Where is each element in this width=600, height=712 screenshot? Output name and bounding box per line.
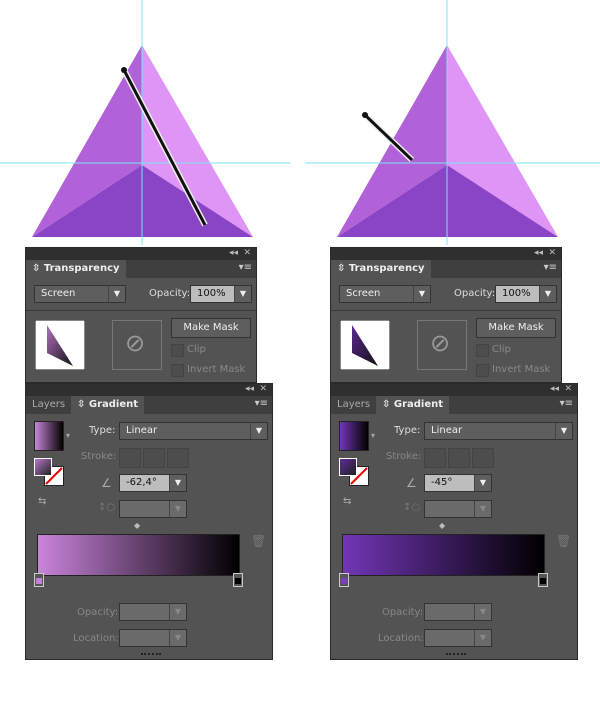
aspect-ratio-icon: ↕○	[98, 502, 116, 513]
make-mask-button[interactable]: Make Mask	[171, 318, 251, 338]
panel-menu-icon[interactable]: ▾≡	[560, 398, 573, 409]
stop-opacity-input[interactable]: ▼	[424, 603, 492, 621]
gradient-swatch[interactable]	[34, 421, 64, 451]
gradient-slider[interactable]	[37, 534, 240, 576]
aspect-ratio-icon: ↕○	[403, 502, 421, 513]
gradient-swatch[interactable]	[339, 421, 369, 451]
gradient-stop-left[interactable]	[34, 573, 44, 587]
chevron-down-icon: ▼	[413, 286, 430, 302]
clip-checkbox[interactable]	[171, 344, 184, 357]
aspect-ratio-input[interactable]: ▼	[424, 500, 492, 518]
no-mask-icon: ⊘	[125, 329, 146, 357]
chevron-down-icon[interactable]: ▾	[66, 431, 70, 440]
tab-layers[interactable]: Layers	[26, 396, 71, 414]
collapse-icon[interactable]: ◂◂	[550, 384, 559, 394]
midpoint-diamond[interactable]: ◆	[134, 521, 140, 530]
chevron-down-icon: ▼	[169, 630, 186, 646]
chevron-down-icon: ▼	[169, 604, 186, 620]
tab-transparency[interactable]: ⇳ Transparency	[26, 260, 126, 278]
chevron-down-icon: ▼	[108, 286, 125, 302]
aspect-ratio-input[interactable]: ▼	[119, 500, 187, 518]
stroke-within-button[interactable]	[119, 448, 141, 468]
collapse-icon[interactable]: ◂◂	[245, 384, 254, 394]
gradient-stop-right[interactable]	[233, 573, 243, 587]
invert-mask-checkbox[interactable]	[476, 364, 489, 377]
make-mask-button[interactable]: Make Mask	[476, 318, 556, 338]
angle-input[interactable]: -62,4° ▼	[119, 474, 187, 492]
chevron-down-icon[interactable]: ▼	[169, 475, 186, 491]
midpoint-diamond[interactable]: ◆	[439, 521, 445, 530]
stop-location-input[interactable]: ▼	[424, 629, 492, 647]
collapse-icon[interactable]: ◂◂	[534, 248, 543, 258]
reverse-gradient-icon[interactable]: ⇆	[343, 496, 351, 507]
panel-group: ◂◂ ✕ ⇳ Transparency ▾≡ Screen ▼ Opacity: 10…	[305, 0, 600, 712]
chevron-down-icon: ▼	[474, 501, 491, 517]
panel-menu-icon[interactable]: ▾≡	[239, 262, 252, 273]
gradient-stop-left[interactable]	[339, 573, 349, 587]
gradient-slider[interactable]	[342, 534, 545, 576]
tab-layers[interactable]: Layers	[331, 396, 376, 414]
opacity-input[interactable]: 100% ▼	[495, 285, 557, 303]
close-icon[interactable]: ✕	[243, 248, 251, 258]
tab-gradient[interactable]: ⇳ Gradient	[71, 396, 145, 414]
stroke-across-button[interactable]	[472, 448, 494, 468]
gradient-type-select[interactable]: Linear ▼	[424, 422, 573, 440]
panel-menu-icon[interactable]: ▾≡	[255, 398, 268, 409]
resize-grip[interactable]	[446, 653, 466, 658]
fill-swatch[interactable]	[339, 458, 357, 476]
object-thumbnail[interactable]	[340, 320, 390, 370]
stroke-along-button[interactable]	[143, 448, 165, 468]
invert-mask-checkbox[interactable]	[171, 364, 184, 377]
chevron-down-icon: ▼	[474, 604, 491, 620]
angle-icon: ∠	[406, 476, 417, 490]
angle-input[interactable]: -45° ▼	[424, 474, 492, 492]
blend-mode-select[interactable]: Screen ▼	[339, 285, 431, 303]
stop-opacity-input[interactable]: ▼	[119, 603, 187, 621]
close-icon[interactable]: ✕	[548, 248, 556, 258]
transparency-panel: ◂◂ ✕ ⇳ Transparency ▾≡ Screen ▼ Opacity: 10…	[25, 247, 257, 383]
chevron-down-icon[interactable]: ▼	[474, 475, 491, 491]
chevron-down-icon[interactable]: ▾	[371, 431, 375, 440]
blend-mode-select[interactable]: Screen ▼	[34, 285, 126, 303]
reverse-gradient-icon[interactable]: ⇆	[38, 496, 46, 507]
chevron-down-icon: ▼	[250, 423, 267, 439]
panel-group: ◂◂ ✕ ⇳ Transparency ▾≡ Screen ▼ Opacity: 10…	[0, 0, 305, 712]
trash-icon[interactable]: 🗑	[556, 534, 571, 548]
stroke-within-button[interactable]	[424, 448, 446, 468]
angle-icon: ∠	[101, 476, 112, 490]
stroke-along-button[interactable]	[448, 448, 470, 468]
close-icon[interactable]: ✕	[564, 384, 572, 394]
stop-location-input[interactable]: ▼	[119, 629, 187, 647]
trash-icon[interactable]: 🗑	[251, 534, 266, 548]
gradient-panel: ◂◂ ✕ Layers ⇳ Gradient ▾≡ ▾ ⇆ Type: Linear ▼…	[25, 383, 273, 660]
clip-checkbox[interactable]	[476, 344, 489, 357]
mask-thumbnail[interactable]: ⊘	[417, 320, 467, 370]
collapse-icon[interactable]: ◂◂	[229, 248, 238, 258]
resize-grip[interactable]	[141, 653, 161, 658]
panel-menu-icon[interactable]: ▾≡	[544, 262, 557, 273]
chevron-down-icon[interactable]: ▼	[234, 286, 251, 302]
fill-swatch[interactable]	[34, 458, 52, 476]
no-mask-icon: ⊘	[430, 329, 451, 357]
transparency-panel: ◂◂ ✕ ⇳ Transparency ▾≡ Screen ▼ Opacity: 10…	[330, 247, 562, 383]
chevron-down-icon: ▼	[474, 630, 491, 646]
stroke-across-button[interactable]	[167, 448, 189, 468]
tab-gradient[interactable]: ⇳ Gradient	[376, 396, 450, 414]
close-icon[interactable]: ✕	[259, 384, 267, 394]
gradient-stop-right[interactable]	[538, 573, 548, 587]
mask-thumbnail[interactable]: ⊘	[112, 320, 162, 370]
opacity-input[interactable]: 100% ▼	[190, 285, 252, 303]
gradient-panel: ◂◂ ✕ Layers ⇳ Gradient ▾≡ ▾ ⇆ Type: Linear ▼…	[330, 383, 578, 660]
chevron-down-icon: ▼	[169, 501, 186, 517]
gradient-type-select[interactable]: Linear ▼	[119, 422, 268, 440]
chevron-down-icon[interactable]: ▼	[539, 286, 556, 302]
object-thumbnail[interactable]	[35, 320, 85, 370]
chevron-down-icon: ▼	[555, 423, 572, 439]
tab-transparency[interactable]: ⇳ Transparency	[331, 260, 431, 278]
